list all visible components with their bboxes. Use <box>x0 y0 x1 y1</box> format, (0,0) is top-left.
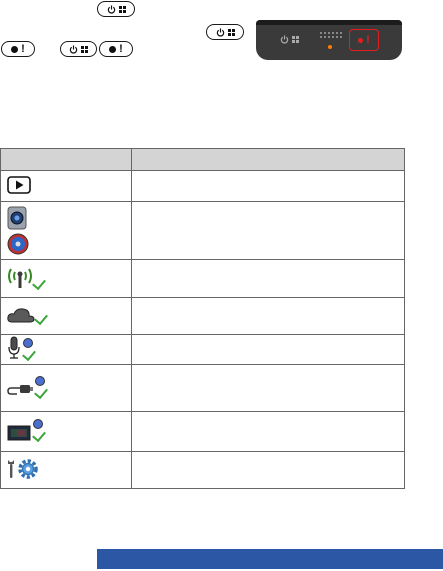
wifi-antenna-icon <box>8 268 32 288</box>
power-icon <box>107 4 115 13</box>
wrench-icon <box>8 460 14 478</box>
menu-grid-icon <box>292 35 299 43</box>
table-row <box>0 451 405 489</box>
icon-column-header <box>0 148 133 171</box>
power-icon <box>216 27 224 36</box>
table-row <box>0 297 405 335</box>
record-dot-icon <box>109 45 117 53</box>
play-icon <box>7 175 31 194</box>
status-badge-icon <box>35 375 45 386</box>
table-row <box>0 259 405 298</box>
exclamation-icon: ! <box>21 42 25 55</box>
device-power-button <box>280 32 302 46</box>
table-row <box>0 411 405 452</box>
row-description <box>131 201 405 260</box>
cloud-icon <box>7 307 35 322</box>
power-cable-icon <box>7 384 33 395</box>
microphone-icon <box>8 336 20 359</box>
row-description <box>131 451 405 489</box>
record-dot-icon <box>358 37 364 43</box>
row-description <box>131 297 405 335</box>
status-badge-icon <box>33 419 43 429</box>
footer-band <box>97 549 443 569</box>
check-icon <box>32 427 46 443</box>
driver-assist-steering-icon <box>7 233 29 255</box>
power-menu-button-icon-3 <box>60 41 97 57</box>
power-icon <box>280 34 289 43</box>
table-row <box>0 201 405 260</box>
row-description <box>131 259 405 298</box>
camera-lens-icon <box>7 206 27 230</box>
row-description <box>131 334 405 365</box>
record-button-icon-1: ! <box>1 41 35 57</box>
record-button-icon-2: ! <box>99 41 133 57</box>
device-record-button: ! <box>349 29 379 51</box>
dashcam-device-illustration: ! <box>256 20 402 60</box>
status-badge-icon <box>23 338 33 348</box>
gear-icon <box>18 459 38 479</box>
power-icon <box>69 44 78 53</box>
menu-grid-icon <box>118 5 126 13</box>
menu-grid-icon <box>227 28 235 36</box>
check-icon <box>34 310 48 325</box>
device-speaker-grille <box>320 32 342 38</box>
row-description <box>131 364 405 412</box>
exclamation-icon: ! <box>366 33 370 46</box>
power-menu-button-icon-2 <box>206 24 244 40</box>
status-icon-table <box>0 148 405 489</box>
device-status-led <box>328 45 332 49</box>
exclamation-icon: ! <box>119 42 123 55</box>
check-icon <box>22 346 36 362</box>
table-row <box>0 364 405 412</box>
device-top-edge <box>256 20 402 25</box>
check-icon <box>34 384 48 399</box>
table-row <box>0 334 405 365</box>
row-description <box>131 170 405 202</box>
record-dot-icon <box>11 45 19 53</box>
memory-card-icon <box>7 425 31 441</box>
power-menu-button-icon-1 <box>97 1 135 17</box>
check-icon <box>32 275 46 291</box>
table-row <box>0 170 405 202</box>
description-column-header <box>131 148 405 171</box>
row-description <box>131 411 405 452</box>
menu-grid-icon <box>81 45 88 53</box>
